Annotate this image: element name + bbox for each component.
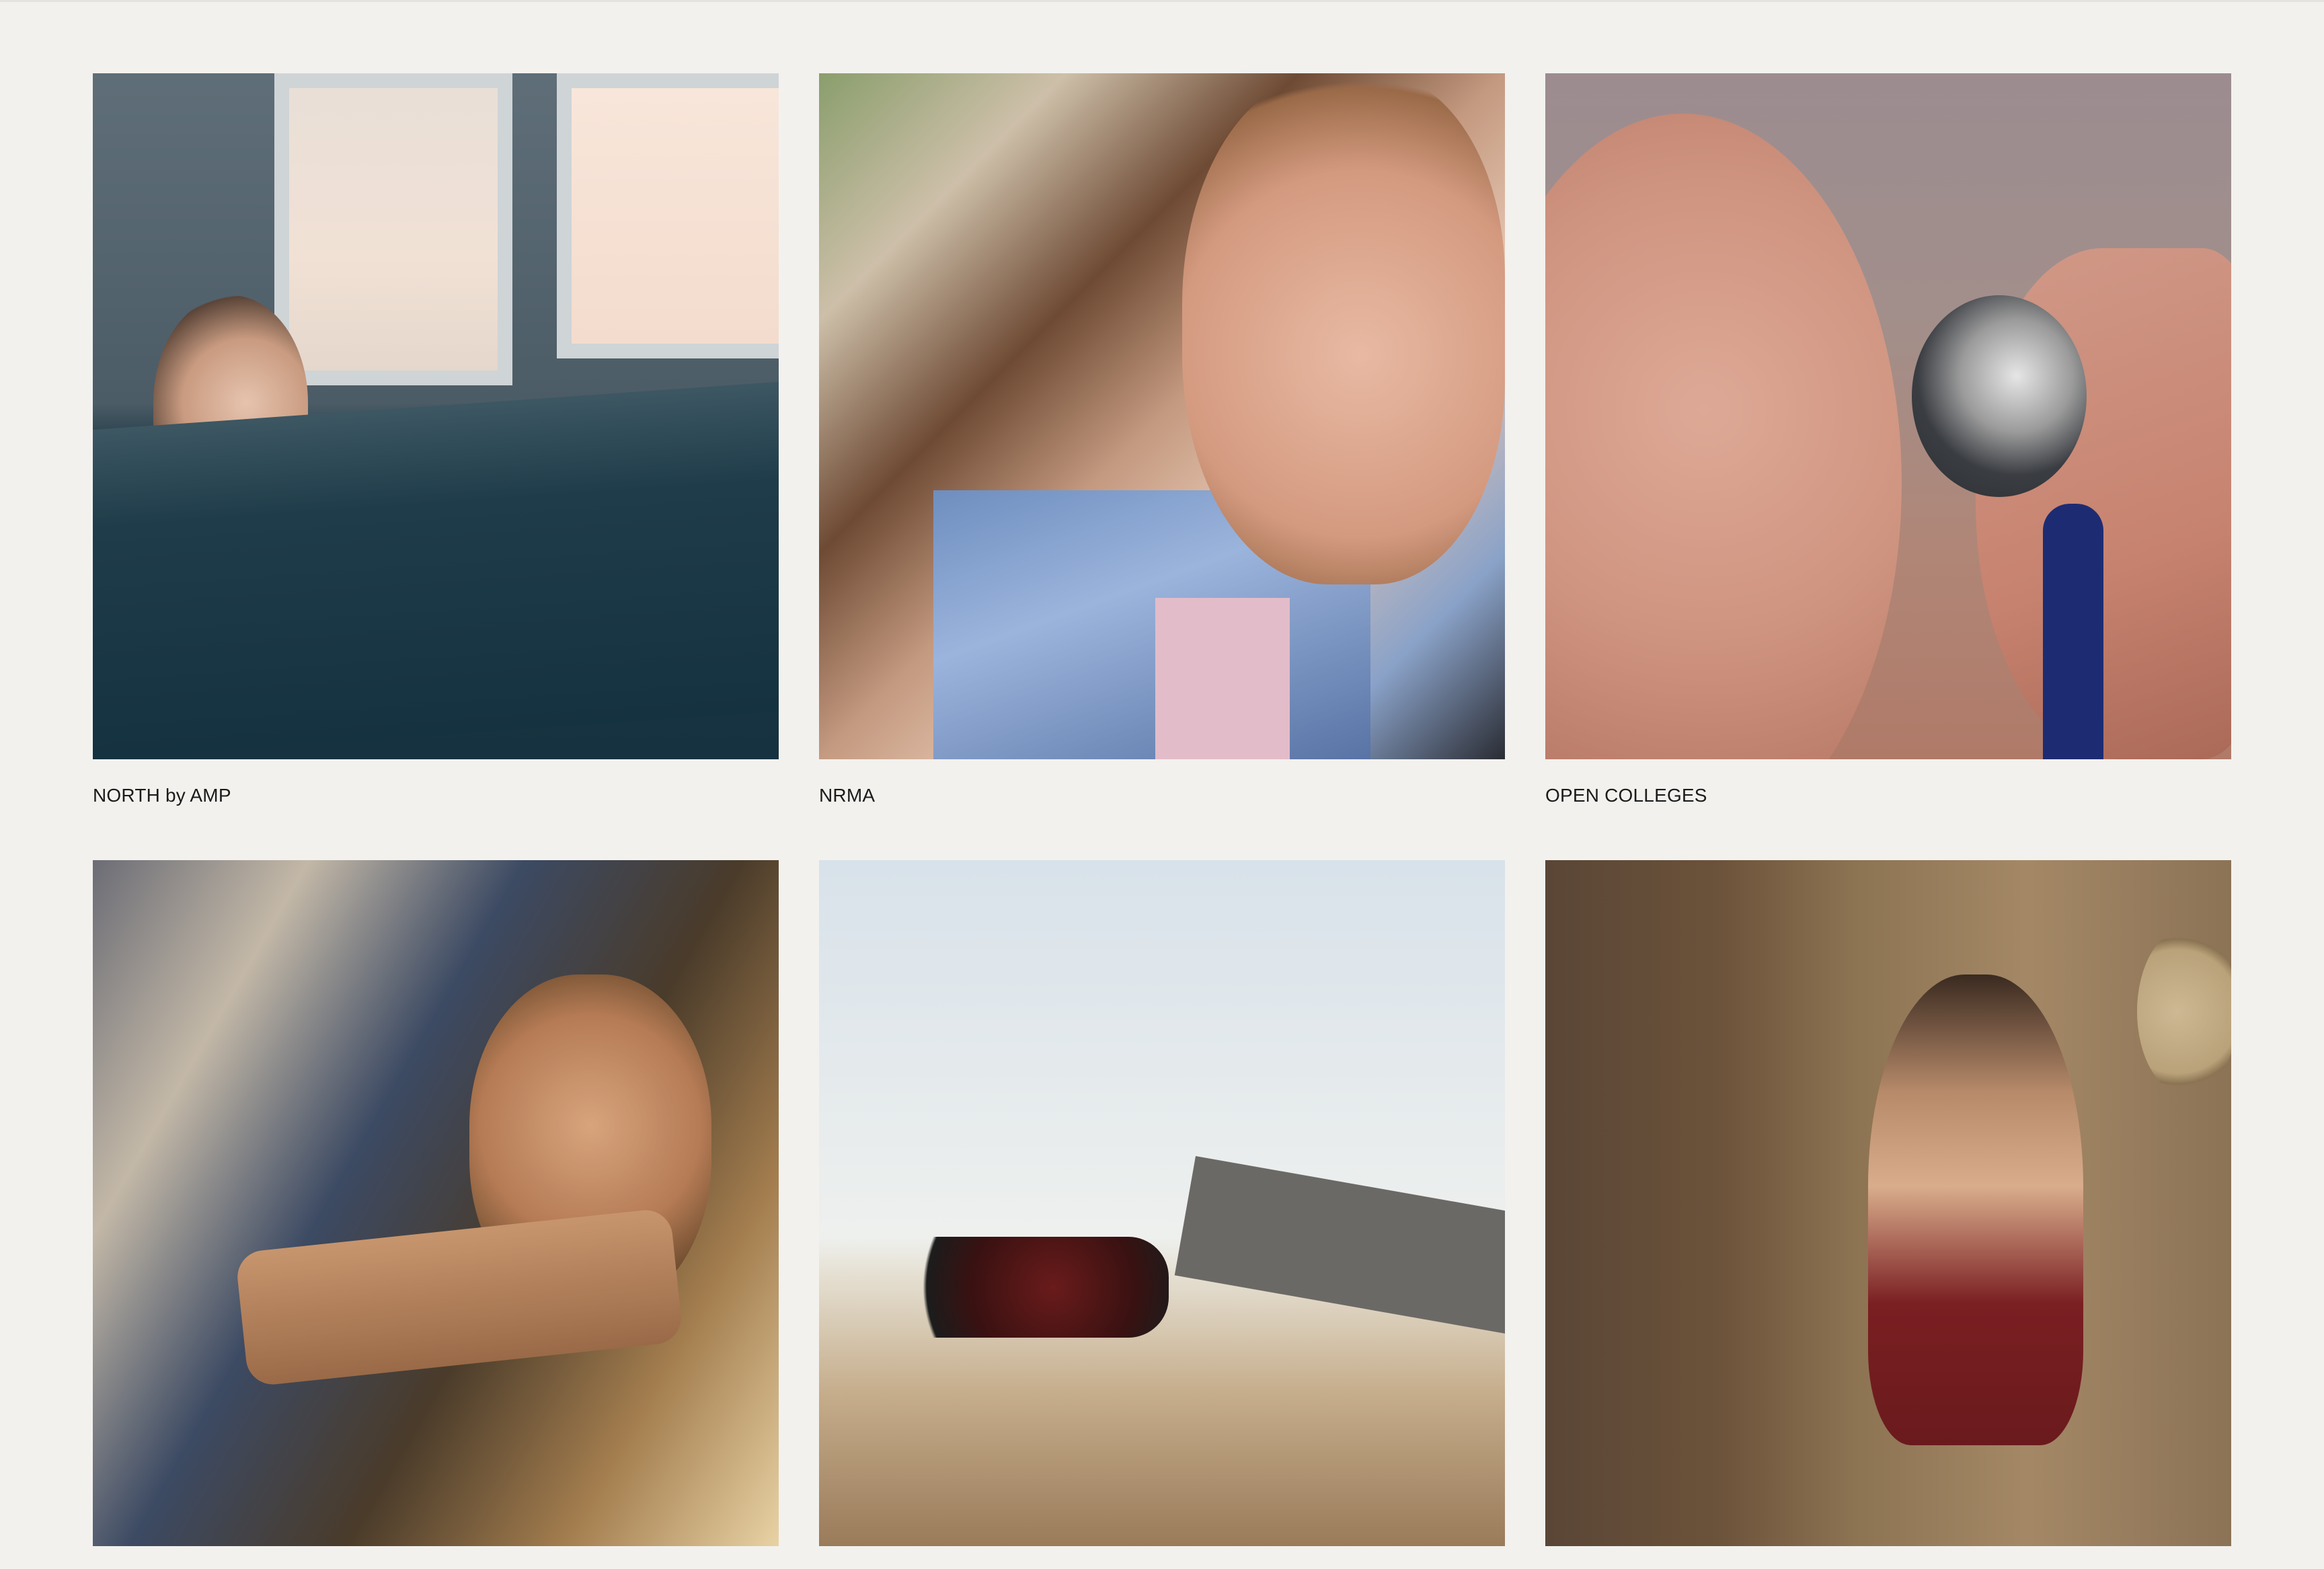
project-title[interactable]: NRMA bbox=[819, 782, 1505, 809]
stethoscope-tube-shape bbox=[2043, 504, 2103, 759]
project-title[interactable]: NORTH by AMP bbox=[93, 782, 779, 809]
hands-shape bbox=[235, 1207, 684, 1387]
motorbike-shape bbox=[880, 1237, 1169, 1338]
project-thumbnail[interactable] bbox=[93, 860, 779, 1546]
project-card-open-colleges[interactable]: OPEN COLLEGES bbox=[1545, 73, 2231, 809]
window-shape bbox=[557, 73, 779, 358]
road-shape bbox=[1174, 1156, 1505, 1357]
stethoscope-icon bbox=[1912, 295, 2087, 497]
bathtub-shape bbox=[93, 381, 779, 759]
project-card-north-by-amp[interactable]: NORTH by AMP bbox=[93, 73, 779, 809]
project-card-nrma[interactable]: NRMA bbox=[819, 73, 1505, 809]
person-shape bbox=[1182, 73, 1505, 584]
clock-shape bbox=[2137, 927, 2231, 1096]
shirt-shape bbox=[1155, 598, 1290, 759]
person-shape bbox=[1868, 974, 2083, 1445]
project-thumbnail[interactable] bbox=[1545, 73, 2231, 759]
project-grid: NORTH by AMP NRMA OPEN COLLEGES bbox=[93, 73, 2231, 1569]
top-divider bbox=[0, 0, 2324, 2]
project-card-5[interactable] bbox=[819, 860, 1505, 1569]
project-thumbnail[interactable] bbox=[1545, 860, 2231, 1546]
project-card-4[interactable] bbox=[93, 860, 779, 1569]
project-thumbnail[interactable] bbox=[819, 860, 1505, 1546]
project-title[interactable]: OPEN COLLEGES bbox=[1545, 782, 2231, 809]
project-card-6[interactable] bbox=[1545, 860, 2231, 1569]
project-thumbnail[interactable] bbox=[819, 73, 1505, 759]
project-thumbnail[interactable] bbox=[93, 73, 779, 759]
shoulder-shape bbox=[1545, 114, 1902, 759]
window-shape bbox=[274, 73, 512, 385]
